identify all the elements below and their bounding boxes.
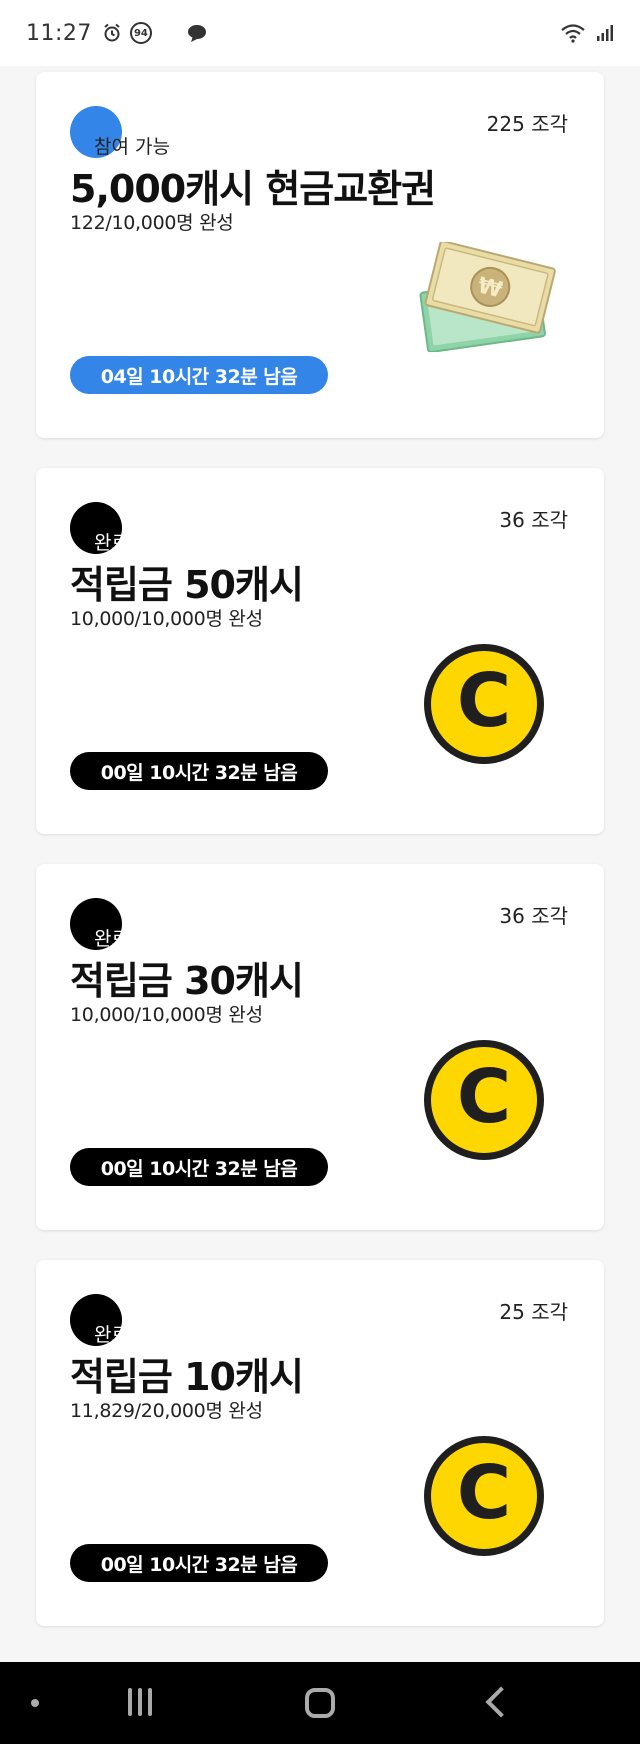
coin-icon: C xyxy=(424,1040,544,1160)
dot-icon[interactable] xyxy=(31,1699,39,1707)
coin-letter: C xyxy=(456,1450,512,1536)
alarm-icon xyxy=(102,23,122,43)
time-remaining-pill: 00일 10시간 32분 남음 xyxy=(70,752,328,790)
status-label: 완료 xyxy=(94,1324,129,1346)
status-icons-left: 94 xyxy=(102,22,208,44)
status-label: 완료 xyxy=(94,928,129,950)
card-title: 적립금 50캐시 xyxy=(70,563,304,607)
coin-letter: C xyxy=(456,1054,512,1140)
progress-text: 10,000/10,000명 완성 xyxy=(70,608,263,630)
card-title: 5,000캐시 현금교환권 xyxy=(70,167,436,211)
event-card[interactable]: 36 조각 완료 적립금 50캐시 10,000/10,000명 완성 00일 … xyxy=(36,468,604,834)
cash-bill-icon: ₩ xyxy=(410,240,560,353)
status-bar: 11:27 94 xyxy=(0,0,640,66)
pieces-count: 25 조각 xyxy=(499,1300,568,1324)
progress-text: 11,829/20,000명 완성 xyxy=(70,1400,263,1422)
event-card[interactable]: 36 조각 완료 적립금 30캐시 10,000/10,000명 완성 00일 … xyxy=(36,864,604,1230)
status-label: 완료 xyxy=(94,532,129,554)
event-card[interactable]: 225 조각 참여 가능 5,000캐시 현금교환권 122/10,000명 완… xyxy=(36,72,604,438)
pieces-count: 36 조각 xyxy=(499,508,568,532)
pieces-count: 36 조각 xyxy=(499,904,568,928)
event-list: 225 조각 참여 가능 5,000캐시 현금교환권 122/10,000명 완… xyxy=(0,66,640,1662)
time-remaining-pill: 04일 10시간 32분 남음 xyxy=(70,356,328,394)
coin-letter: C xyxy=(456,658,512,744)
time-remaining-pill: 00일 10시간 32분 남음 xyxy=(70,1544,328,1582)
status-label: 참여 가능 xyxy=(94,136,170,158)
card-title: 적립금 30캐시 xyxy=(70,959,304,1003)
signal-icon xyxy=(596,24,614,42)
progress-text: 122/10,000명 완성 xyxy=(70,212,234,234)
wifi-icon xyxy=(560,23,586,43)
time-remaining-pill: 00일 10시간 32분 남음 xyxy=(70,1148,328,1186)
coin-icon: C xyxy=(424,644,544,764)
back-icon[interactable] xyxy=(485,1686,517,1718)
chat-bubble-icon xyxy=(186,23,208,43)
progress-text: 10,000/10,000명 완성 xyxy=(70,1004,263,1026)
event-card[interactable]: 25 조각 완료 적립금 10캐시 11,829/20,000명 완성 00일 … xyxy=(36,1260,604,1626)
home-icon[interactable] xyxy=(305,1688,335,1718)
system-navigation-bar xyxy=(0,1662,640,1744)
card-title: 적립금 10캐시 xyxy=(70,1355,304,1399)
recent-apps-icon[interactable] xyxy=(128,1688,154,1718)
coin-icon: C xyxy=(424,1436,544,1556)
status-icons-right xyxy=(560,23,614,43)
pieces-count: 225 조각 xyxy=(486,112,568,136)
status-time: 11:27 xyxy=(26,20,92,46)
notification-count-badge: 94 xyxy=(129,22,152,44)
